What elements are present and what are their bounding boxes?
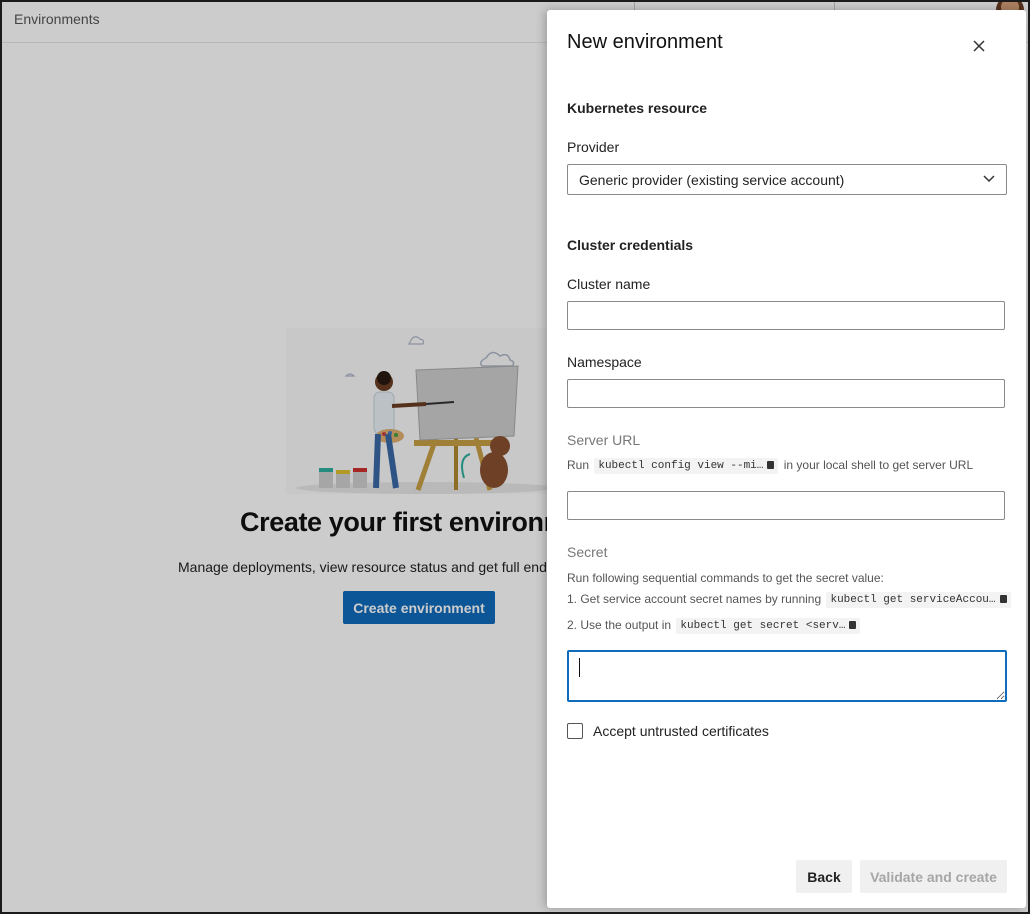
server-url-command-text: kubectl config view --mi… <box>598 460 764 472</box>
secret-step-2-command-text: kubectl get secret <serv… <box>680 620 846 632</box>
server-url-hint: Run kubectl config view --mi… in your lo… <box>567 458 973 474</box>
secret-step-2-text: 2. Use the output in <box>567 618 672 632</box>
validate-and-create-button[interactable]: Validate and create <box>860 860 1007 893</box>
secret-step-2: 2. Use the output in kubectl get secret … <box>567 618 862 634</box>
secret-step-2-command[interactable]: kubectl get secret <serv… <box>676 618 861 634</box>
secret-label: Secret <box>567 544 608 560</box>
new-environment-panel: New environment Kubernetes resource Prov… <box>547 10 1026 908</box>
provider-label: Provider <box>567 139 620 155</box>
back-button[interactable]: Back <box>796 860 852 893</box>
accept-untrusted-certificates-checkbox[interactable] <box>567 723 583 739</box>
close-icon[interactable] <box>971 38 987 54</box>
server-url-input[interactable] <box>567 491 1005 520</box>
provider-select[interactable]: Generic provider (existing service accou… <box>567 164 1007 195</box>
secret-step-1: 1. Get service account secret names by r… <box>567 592 1013 608</box>
namespace-label: Namespace <box>567 354 642 370</box>
secret-input[interactable] <box>567 650 1007 702</box>
text-caret <box>579 658 580 677</box>
server-url-label: Server URL <box>567 432 641 448</box>
panel-title: New environment <box>567 31 723 53</box>
copy-icon[interactable] <box>849 621 857 629</box>
secret-step-1-command-text: kubectl get serviceAccou… <box>830 594 996 606</box>
chevron-down-icon <box>983 175 995 183</box>
section-kubernetes-resource: Kubernetes resource <box>567 100 708 116</box>
namespace-input[interactable] <box>567 379 1005 408</box>
secret-step-1-command[interactable]: kubectl get serviceAccou… <box>826 592 1011 608</box>
secret-hint: Run following sequential commands to get… <box>567 571 884 585</box>
app-window: Environments Create your first environm … <box>0 0 1030 914</box>
section-cluster-credentials: Cluster credentials <box>567 237 694 253</box>
cluster-name-input[interactable] <box>567 301 1005 330</box>
cluster-name-label: Cluster name <box>567 276 651 292</box>
server-url-command[interactable]: kubectl config view --mi… <box>594 458 779 474</box>
secret-step-1-text: 1. Get service account secret names by r… <box>567 592 822 606</box>
server-url-hint-pre: Run <box>567 458 590 472</box>
accept-untrusted-certificates-label[interactable]: Accept untrusted certificates <box>593 723 769 739</box>
provider-selected-value: Generic provider (existing service accou… <box>579 172 845 188</box>
copy-icon[interactable] <box>999 595 1007 603</box>
server-url-hint-post: in your local shell to get server URL <box>783 458 974 472</box>
copy-icon[interactable] <box>767 461 775 469</box>
